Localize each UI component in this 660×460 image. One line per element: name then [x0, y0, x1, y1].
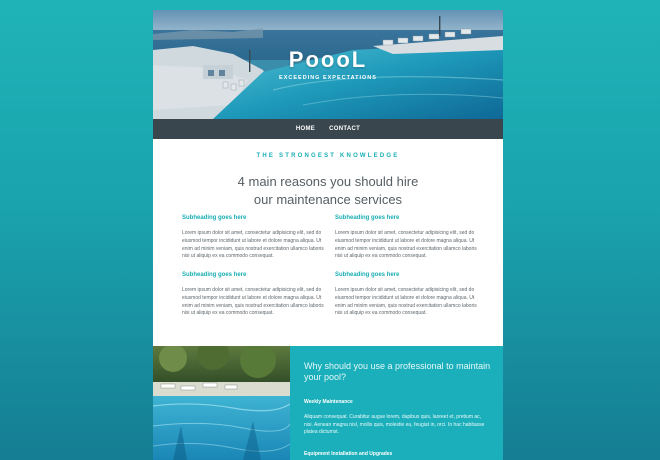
hero-tagline: EXCEEDING EXPECTATIONS [279, 75, 377, 81]
pool-image [153, 346, 290, 460]
hero-banner: PoooL EXCEEDING EXPECTATIONS [153, 10, 503, 119]
feature-text: Lorem ipsum dolor sit amet, consectetur … [335, 230, 477, 260]
headline-line-1: 4 main reasons you should hire [237, 174, 419, 189]
feature-heading: Subheading goes here [182, 272, 247, 278]
section-eyebrow: THE STRONGEST KNOWLEDGE [256, 153, 400, 159]
newsletter-frame: PoooL EXCEEDING EXPECTATIONS HOME CONTAC… [153, 10, 503, 460]
why-panel: Why should you use a professional to mai… [290, 346, 503, 460]
feature-text: Lorem ipsum dolor sit amet, consectetur … [335, 287, 477, 317]
section-headline: 4 main reasons you should hire our maint… [193, 173, 463, 209]
top-nav: HOME CONTACT [153, 119, 503, 139]
nav-link-home[interactable]: HOME [289, 119, 322, 139]
why-item-heading: Weekly Maintenance [304, 399, 353, 405]
feature-text: Lorem ipsum dolor sit amet, consectetur … [182, 230, 324, 260]
feature-heading: Subheading goes here [335, 215, 400, 221]
feature-block: Subheading goes here Lorem ipsum dolor s… [182, 272, 324, 318]
feature-text: Lorem ipsum dolor sit amet, consectetur … [182, 287, 324, 317]
why-item-text: Aliquam consequat. Curabitur augue lorem… [304, 414, 485, 435]
feature-block: Subheading goes here Lorem ipsum dolor s… [335, 272, 477, 318]
headline-line-2: our maintenance services [253, 192, 403, 207]
feature-heading: Subheading goes here [335, 272, 400, 278]
why-item-heading: Equipment Installation and Upgrades [304, 451, 393, 457]
why-title: Why should you use a professional to mai… [304, 361, 491, 382]
brand-logo-text: PoooL [288, 47, 368, 72]
why-section: Why should you use a professional to mai… [153, 346, 503, 460]
feature-block: Subheading goes here Lorem ipsum dolor s… [182, 215, 324, 261]
feature-heading: Subheading goes here [182, 215, 247, 221]
feature-block: Subheading goes here Lorem ipsum dolor s… [335, 215, 477, 261]
nav-link-contact[interactable]: CONTACT [322, 119, 367, 139]
pool-side-photo [153, 346, 290, 460]
